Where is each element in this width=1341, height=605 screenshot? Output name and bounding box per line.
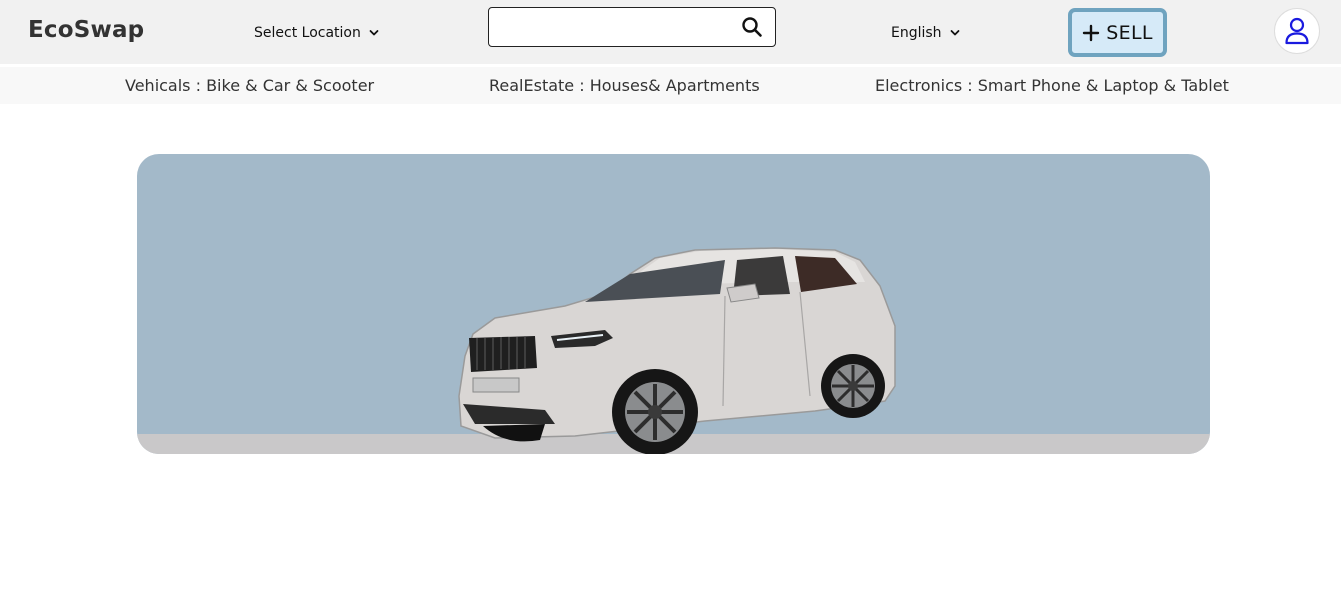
sell-label: SELL <box>1106 21 1153 44</box>
category-bar: Vehicals : Bike & Car & Scooter RealEsta… <box>0 67 1341 104</box>
plus-icon <box>1083 24 1100 41</box>
hero-banner <box>137 154 1210 454</box>
language-label: English <box>891 25 942 41</box>
category-link-realestate[interactable]: RealEstate : Houses& Apartments <box>489 76 760 95</box>
location-label: Select Location <box>254 25 361 41</box>
search-box <box>488 7 776 47</box>
profile-button[interactable] <box>1274 8 1320 54</box>
chevron-down-icon <box>369 30 379 36</box>
top-navbar: EcoSwap Select Location English SELL <box>0 0 1341 64</box>
location-selector[interactable]: Select Location <box>254 24 379 42</box>
chevron-down-icon <box>950 30 959 36</box>
user-icon <box>1285 17 1309 45</box>
category-link-vehicles[interactable]: Vehicals : Bike & Car & Scooter <box>125 76 374 95</box>
search-icon[interactable] <box>741 16 763 38</box>
sell-button[interactable]: SELL <box>1068 8 1167 57</box>
search-input[interactable] <box>497 14 729 40</box>
car-image <box>458 247 896 454</box>
brand-logo[interactable]: EcoSwap <box>28 17 144 43</box>
category-link-electronics[interactable]: Electronics : Smart Phone & Laptop & Tab… <box>875 76 1229 95</box>
language-selector[interactable]: English <box>891 24 960 42</box>
